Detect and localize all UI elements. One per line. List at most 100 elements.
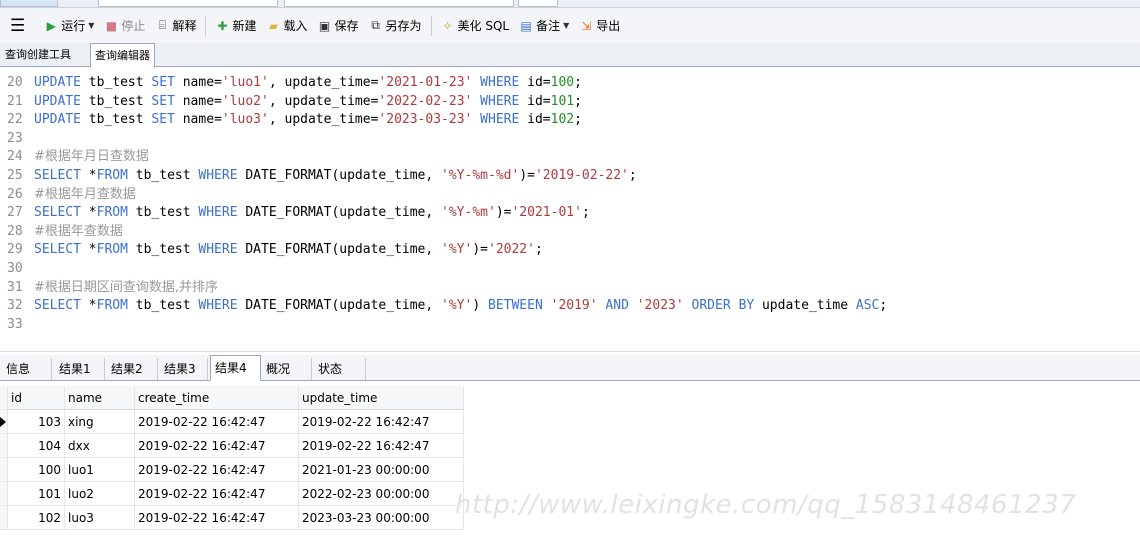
line-number: 25 (7, 168, 23, 183)
result-tab[interactable]: 结果1 (55, 358, 105, 380)
result-tab[interactable]: 信息 (2, 358, 52, 380)
load-label: 载入 (283, 19, 308, 33)
cell-name[interactable]: luo2 (65, 482, 135, 506)
stop-label: 停止 (121, 19, 146, 33)
tab-query-builder[interactable]: 查询创建工具 (1, 43, 75, 67)
code-line[interactable]: 29 SELECT *FROM tb_test WHERE DATE_FORMAT… (0, 240, 543, 259)
window-tab[interactable] (284, 0, 514, 7)
save-label: 保存 (334, 19, 359, 33)
code-line[interactable]: 25 SELECT *FROM tb_test WHERE DATE_FORMAT… (0, 166, 637, 185)
code-line[interactable]: 24 #根据年月日查数据 (0, 147, 149, 166)
save-as-icon: ⧉ (371, 18, 380, 32)
beautify-icon: ✧ (442, 18, 453, 33)
line-number: 29 (7, 242, 23, 258)
cell-create-time[interactable]: 2019-02-22 16:42:47 (135, 482, 299, 506)
export-button[interactable]: ⇲ 导出 (574, 14, 625, 38)
chevron-down-icon[interactable]: ▼ (563, 21, 569, 30)
cell-update-time[interactable]: 2019-02-22 16:42:47 (299, 410, 464, 434)
code-line[interactable]: 22 UPDATE tb_test SET name='luo3', update… (0, 110, 582, 129)
table-row[interactable]: 102 luo3 2019-02-22 16:42:47 2023-03-23 00:… (0, 506, 464, 530)
query-subtabs: 查询创建工具 查询编辑器 (0, 43, 1140, 68)
new-query-icon: ✚ (217, 18, 228, 33)
table-row[interactable]: 100 luo1 2019-02-22 16:42:47 2021-01-23 00:… (0, 458, 464, 482)
row-selector[interactable] (0, 410, 8, 434)
cell-id[interactable]: 104 (8, 434, 65, 458)
cell-create-time[interactable]: 2019-02-22 16:42:47 (135, 434, 299, 458)
code-line[interactable]: 33 (0, 315, 34, 334)
line-number: 20 (7, 75, 23, 90)
code-line[interactable]: 21 UPDATE tb_test SET name='luo2', update… (0, 92, 582, 111)
toolbar-divider (430, 15, 432, 36)
row-selector[interactable] (0, 506, 8, 530)
line-number: 31 (7, 279, 23, 295)
cell-id[interactable]: 101 (8, 482, 65, 506)
result-tab[interactable]: 状态 (314, 358, 366, 380)
explain-button[interactable]: ⌸ 解释 (150, 14, 201, 38)
cell-create-time[interactable]: 2019-02-22 16:42:47 (135, 506, 299, 530)
sql-editor[interactable]: 20 UPDATE tb_test SET name='luo1', update… (0, 68, 1140, 352)
saveas-label: 另存为 (385, 19, 422, 33)
cell-update-time[interactable]: 2023-03-23 00:00:00 (299, 506, 464, 530)
column-header-id[interactable]: id (8, 386, 65, 410)
result-tab[interactable]: 结果3 (160, 358, 208, 380)
beautify-sql-button[interactable]: ✧ 美化 SQL (436, 14, 515, 38)
row-selector[interactable] (0, 482, 8, 506)
result-grid[interactable]: id name create_time update_time 103 xing 2019-… (0, 382, 464, 535)
column-header-name[interactable]: name (65, 386, 135, 410)
hamburger-menu-icon[interactable]: ☰ (0, 14, 39, 38)
code-line[interactable]: 26 #根据年月查数据 (0, 185, 136, 204)
row-selector (0, 386, 8, 410)
cell-create-time[interactable]: 2019-02-22 16:42:47 (135, 458, 299, 482)
watermark-text: http://www.leixingke.com/qq_158314846123… (455, 490, 1077, 520)
code-line[interactable]: 30 (0, 259, 34, 278)
column-header-update-time[interactable]: update_time (299, 386, 464, 410)
chevron-down-icon[interactable]: ▼ (88, 21, 94, 30)
save-button[interactable]: ▣ 保存 (312, 14, 363, 38)
row-selector[interactable] (0, 458, 8, 482)
cell-id[interactable]: 100 (8, 458, 65, 482)
window-tab[interactable] (518, 0, 558, 7)
code-line[interactable]: 32 SELECT *FROM tb_test WHERE DATE_FORMAT… (0, 296, 887, 315)
cell-update-time[interactable]: 2019-02-22 16:42:47 (299, 434, 464, 458)
note-button[interactable]: ▤ 备注 ▼ (514, 14, 574, 38)
result-tab[interactable]: 结果2 (107, 358, 158, 380)
code-line[interactable]: 27 SELECT *FROM tb_test WHERE DATE_FORMAT… (0, 203, 590, 222)
run-button[interactable]: ▶ 运行 ▼ (39, 14, 99, 38)
result-tabs: 信息 结果1 结果2 结果3 结果4 概况 状态 (0, 355, 1140, 381)
line-number: 24 (7, 149, 23, 165)
load-button[interactable]: ▰ 载入 (261, 14, 312, 38)
save-as-button[interactable]: ⧉ 另存为 (364, 14, 427, 38)
cell-id[interactable]: 102 (8, 506, 65, 530)
cell-id[interactable]: 103 (8, 410, 65, 434)
table-row[interactable]: 101 luo2 2019-02-22 16:42:47 2022-02-23 00:… (0, 482, 464, 506)
run-label: 运行 (61, 19, 86, 33)
stop-button[interactable]: ■ 停止 (99, 14, 150, 38)
cell-name[interactable]: luo1 (65, 458, 135, 482)
new-query-button[interactable]: ✚ 新建 (210, 14, 261, 38)
cell-update-time[interactable]: 2021-01-23 00:00:00 (299, 458, 464, 482)
tab-query-editor[interactable]: 查询编辑器 (90, 43, 155, 68)
result-tab[interactable]: 结果4 (210, 355, 261, 381)
column-header-create-time[interactable]: create_time (135, 386, 299, 410)
line-number: 33 (7, 316, 23, 332)
cell-create-time[interactable]: 2019-02-22 16:42:47 (135, 410, 299, 434)
code-line[interactable]: 20 UPDATE tb_test SET name='luo1', update… (0, 73, 582, 92)
line-number: 32 (7, 298, 23, 314)
result-tab[interactable]: 概况 (262, 358, 312, 380)
explain-label: 解释 (172, 19, 197, 33)
cell-update-time[interactable]: 2022-02-23 00:00:00 (299, 482, 464, 506)
table-row[interactable]: 104 dxx 2019-02-22 16:42:47 2019-02-22 16:4… (0, 434, 464, 458)
code-line[interactable]: 23 (0, 129, 34, 148)
cell-name[interactable]: luo3 (65, 506, 135, 530)
explain-icon: ⌸ (158, 18, 167, 32)
export-label: 导出 (596, 19, 621, 33)
row-selector[interactable] (0, 434, 8, 458)
code-line[interactable]: 31 #根据日期区间查询数据,并排序 (0, 278, 218, 297)
window-tab[interactable] (98, 0, 278, 7)
cell-name[interactable]: dxx (65, 434, 135, 458)
beautify-label: 美化 SQL (457, 19, 510, 33)
code-line[interactable]: 28 #根据年查数据 (0, 222, 123, 241)
table-row[interactable]: 103 xing 2019-02-22 16:42:47 2019-02-22 16:… (0, 410, 464, 434)
cell-name[interactable]: xing (65, 410, 135, 434)
window-tab[interactable] (0, 0, 58, 7)
